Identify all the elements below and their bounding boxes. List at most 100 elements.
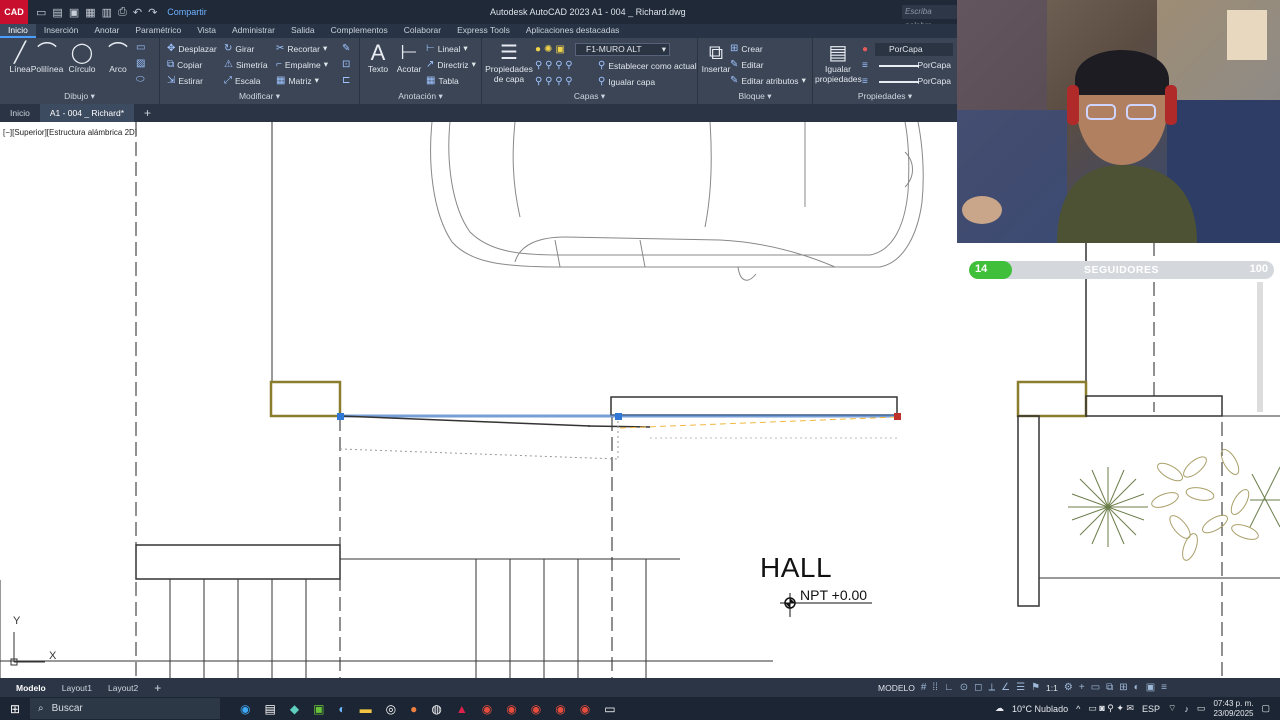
redo-icon[interactable]: ↷ [148, 6, 157, 19]
tab-complementos[interactable]: Complementos [323, 24, 396, 38]
layer-state-icons[interactable]: ● ✺ ▣ [535, 44, 565, 55]
panel-title-capas[interactable]: Capas ▾ [482, 91, 697, 102]
panel-title-dibujo[interactable]: Dibujo ▾ [0, 91, 159, 102]
tab-inicio[interactable]: Inicio [0, 24, 36, 38]
tab-insercion[interactable]: Inserción [36, 24, 87, 38]
tab-parametrico[interactable]: Paramétrico [127, 24, 189, 38]
app-icon-2[interactable]: ◆ [290, 702, 299, 716]
notifications-icon[interactable]: ▢ [1261, 703, 1270, 714]
tab-colaborar[interactable]: Colaborar [396, 24, 449, 38]
grid-icon[interactable]: # [921, 682, 927, 693]
battery-icon[interactable]: ▭ [1197, 703, 1206, 714]
chrome-icon-5[interactable]: ◉ [580, 702, 590, 716]
obs-icon[interactable]: ◍ [431, 702, 441, 716]
edit-attributes-dropdown-icon[interactable]: ▾ [802, 75, 806, 86]
isolate-objects-icon[interactable]: ◐ [1134, 682, 1140, 693]
app-icon-1[interactable]: ▤ [264, 702, 275, 716]
tab-layout1[interactable]: Layout1 [54, 683, 100, 693]
lock-ui-icon[interactable]: ⊞ [1119, 682, 1127, 693]
scale-tool[interactable]: ⤢ Escala [224, 75, 261, 86]
layer-properties-tool[interactable]: ☰ Propiedades de capa [484, 42, 534, 84]
copy-tool[interactable]: ⧉ Copiar [167, 59, 202, 70]
color-select[interactable]: PorCapa [875, 43, 953, 56]
help-search-input[interactable]: Escriba palabra [902, 5, 957, 30]
workspace-gear-icon[interactable]: ⚙ [1064, 682, 1073, 693]
snap-icon[interactable]: ⁞⁞ [932, 682, 938, 693]
tab-layout2[interactable]: Layout2 [100, 683, 146, 693]
quick-properties-icon[interactable]: ⧉ [1106, 682, 1113, 693]
chrome-icon-3[interactable]: ◉ [531, 702, 541, 716]
offset-tool[interactable]: ⊏ [342, 75, 350, 86]
weather-text[interactable]: 10°C Nublado [1012, 704, 1068, 714]
tab-administrar[interactable]: Administrar [224, 24, 283, 38]
customization-icon[interactable]: ≡ [1161, 682, 1167, 693]
open-folder-icon[interactable]: ▤ [52, 6, 62, 19]
panel-title-bloque[interactable]: Bloque ▾ [698, 91, 812, 102]
app-icon-4[interactable]: ◎ [386, 702, 396, 716]
tray-chevron-icon[interactable]: ^ [1076, 704, 1080, 714]
trim-dropdown-icon[interactable]: ▾ [323, 43, 327, 54]
explode-tool[interactable]: ⊡ [342, 59, 350, 70]
leader-tool[interactable]: ↗ Directriz ▾ [426, 59, 476, 70]
create-block-tool[interactable]: ⊞ Crear [730, 43, 763, 54]
polyline-tool[interactable]: ⌒ Polilínea [27, 42, 67, 74]
array-tool[interactable]: ▦ Matriz ▾ [276, 75, 319, 86]
volume-icon[interactable]: ♪ [1184, 704, 1189, 714]
file-explorer-icon[interactable]: ▬ [360, 702, 372, 716]
ortho-icon[interactable]: ∟ [944, 682, 954, 693]
lineweight-toggle-icon[interactable]: ☰ [1016, 682, 1025, 693]
tray-icons[interactable]: ▭ ◙ ⚲ ✦ ✉ [1088, 703, 1134, 714]
edit-block-tool[interactable]: ✎ Editar [730, 59, 764, 70]
steam-icon[interactable]: ◐ [338, 702, 345, 716]
new-tab-plus-icon[interactable]: + [134, 106, 161, 120]
annotation-visibility-icon[interactable]: ⚑ [1031, 682, 1040, 693]
rectangle-tool[interactable]: ▭ [136, 42, 145, 53]
erase-tool[interactable]: ✎ [342, 43, 350, 54]
match-layer-tool[interactable]: ⚲ Igualar capa [598, 76, 655, 87]
circle-tool[interactable]: ◯ Círculo [62, 42, 102, 74]
save-icon[interactable]: ▣ [69, 6, 79, 19]
add-layout-plus-icon[interactable]: + [146, 681, 169, 695]
lineweight-select[interactable]: PorCapa [875, 75, 953, 87]
autocad-taskbar-icon[interactable]: ▲ [456, 702, 468, 716]
wifi-icon[interactable]: ⌔ [1168, 703, 1176, 714]
new-file-icon[interactable]: ▭ [36, 6, 46, 19]
tab-salida[interactable]: Salida [283, 24, 323, 38]
panel-title-modificar[interactable]: Modificar ▾ [160, 91, 359, 102]
fillet-dropdown-icon[interactable]: ▾ [324, 59, 328, 70]
linear-dim-tool[interactable]: ⊢ Lineal ▾ [426, 43, 468, 54]
undo-icon[interactable]: ↶ [133, 6, 142, 19]
clean-screen-icon[interactable]: ▣ [1146, 682, 1155, 693]
osnap-icon[interactable]: ◻ [974, 682, 982, 693]
hatch-tool[interactable]: ▨ [136, 58, 145, 69]
linear-dropdown-icon[interactable]: ▾ [463, 43, 467, 54]
rotate-tool[interactable]: ↻ Girar [224, 43, 254, 54]
polar-icon[interactable]: ⊙ [960, 682, 968, 693]
tab-vista[interactable]: Vista [189, 24, 224, 38]
leader-dropdown-icon[interactable]: ▾ [472, 59, 476, 70]
doc-tab-drawing[interactable]: A1 - 004 _ Richard* [39, 104, 135, 122]
autocad-logo-icon[interactable]: CAD [0, 0, 28, 24]
save-as-icon[interactable]: ▦ [85, 6, 95, 19]
annotation-scale[interactable]: 1:1 [1046, 683, 1058, 693]
trim-tool[interactable]: ✂ Recortar ▾ [276, 43, 327, 54]
annotation-monitor-icon[interactable]: + [1079, 682, 1085, 693]
move-tool[interactable]: ✥ Desplazar [167, 43, 217, 54]
plot-icon[interactable]: ▥ [102, 6, 112, 19]
language-indicator[interactable]: ESP [1142, 704, 1160, 714]
tab-aplicaciones-destacadas[interactable]: Aplicaciones destacadas [518, 24, 628, 38]
current-layer-select[interactable]: F1-MURO ALT ▾ [575, 43, 670, 56]
panel-title-anotacion[interactable]: Anotación ▾ [360, 91, 481, 102]
tab-express-tools[interactable]: Express Tools [449, 24, 518, 38]
model-space-toggle[interactable]: MODELO [878, 683, 915, 693]
weather-icon[interactable]: ☁ [995, 703, 1004, 714]
table-tool[interactable]: ▦ Tabla [426, 75, 459, 86]
app-icon-3[interactable]: ▣ [313, 702, 324, 716]
otrack-icon[interactable]: ∠ [1001, 682, 1010, 693]
edge-icon[interactable]: ◉ [240, 702, 250, 716]
stretch-tool[interactable]: ⇲ Estirar [167, 75, 203, 86]
taskbar-search[interactable]: ⌕ Buscar [30, 698, 220, 719]
set-current-tool[interactable]: ⚲ Establecer como actual [598, 60, 697, 71]
match-properties-tool[interactable]: ▤ Igualar propiedades [815, 42, 862, 84]
doc-tab-inicio[interactable]: Inicio [0, 108, 40, 118]
